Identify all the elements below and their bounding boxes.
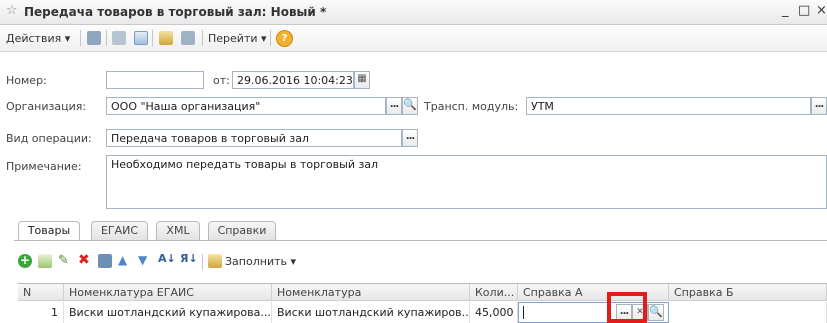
add-row-icon[interactable]: + — [18, 254, 32, 268]
organization-field[interactable]: ООО "Наша организация" — [106, 97, 386, 115]
certificate-a-search-icon[interactable]: 🔍 — [648, 304, 664, 321]
toolbar-separator — [80, 30, 81, 46]
fill-button-label: Заполнить — [225, 255, 287, 268]
transport-module-label: Трансп. модуль: — [424, 100, 519, 113]
sort-ascending-icon[interactable]: A↓ — [158, 252, 176, 265]
minimize-button[interactable]: _ — [782, 3, 789, 18]
toolbar-separator — [202, 30, 203, 46]
grid-toolbar: + ✎ ✖ ▲ ▼ A↓ Я↓ Заполнить ▾ — [0, 250, 827, 274]
column-header-quantity[interactable]: Коли... — [470, 284, 518, 301]
move-down-icon[interactable]: ▼ — [138, 253, 147, 267]
toolbar-separator — [152, 30, 153, 46]
tab-egais[interactable]: ЕГАИС — [91, 221, 148, 240]
actions-menu[interactable]: Действия ▾ — [6, 32, 70, 45]
main-toolbar: Действия ▾ Перейти ▾ ? — [0, 25, 827, 52]
operation-type-field[interactable]: Передача товаров в торговый зал — [106, 129, 402, 147]
window-title: Передача товаров в торговый зал: Новый * — [24, 5, 327, 19]
column-header-n[interactable]: N — [18, 284, 64, 301]
dropdown-arrow-icon: ▾ — [261, 32, 267, 45]
tab-divider — [14, 240, 827, 241]
transport-module-field[interactable]: УТМ — [526, 97, 811, 115]
calendar-icon[interactable]: ▦ — [354, 71, 370, 89]
cell-n: 1 — [18, 302, 64, 323]
help-icon[interactable]: ? — [276, 30, 293, 47]
document-star-icon: ☆ — [6, 3, 18, 18]
window-titlebar: ☆ Передача товаров в торговый зал: Новый… — [0, 0, 827, 25]
sort-descending-icon[interactable]: Я↓ — [180, 252, 198, 265]
organization-select-button[interactable]: ... — [386, 97, 402, 115]
maximize-button[interactable]: □ — [798, 3, 810, 18]
save-icon[interactable] — [112, 31, 126, 45]
toolbar-separator — [106, 30, 107, 46]
date-label: от: — [213, 74, 230, 87]
column-header-certificate-b[interactable]: Справка Б — [669, 284, 827, 301]
dropdown-arrow-icon: ▾ — [290, 255, 297, 268]
highlight-box — [607, 292, 647, 323]
move-up-icon[interactable]: ▲ — [118, 253, 127, 267]
date-field[interactable]: 29.06.2016 10:04:23 — [232, 71, 354, 89]
copy-row-icon[interactable] — [38, 254, 52, 268]
table-row[interactable]: 1 Виски шотландский купажирова... Виски … — [18, 302, 827, 323]
operation-type-label: Вид операции: — [6, 132, 92, 145]
cell-egais-nomenclature[interactable]: Виски шотландский купажирова... — [64, 302, 272, 323]
cell-certificate-b[interactable] — [669, 302, 827, 323]
operation-type-select-button[interactable]: ... — [402, 129, 418, 147]
delete-icon[interactable]: ✖ — [78, 252, 90, 268]
column-header-nomenclature[interactable]: Номенклатура — [272, 284, 470, 301]
number-field[interactable] — [106, 71, 204, 89]
tab-certificates[interactable]: Справки — [208, 221, 276, 240]
organization-search-icon[interactable]: 🔍 — [402, 97, 418, 115]
cell-quantity[interactable]: 45,000 — [470, 302, 518, 323]
dropdown-arrow-icon: ▾ — [64, 32, 71, 45]
document-icon[interactable] — [159, 31, 173, 45]
number-label: Номер: — [6, 74, 47, 87]
structure-icon[interactable] — [181, 31, 195, 45]
edit-icon[interactable]: ✎ — [58, 253, 69, 268]
toolbar-separator — [270, 30, 271, 46]
note-label: Примечание: — [6, 160, 82, 173]
toolbar-separator — [202, 254, 203, 270]
save-close-icon[interactable] — [87, 31, 101, 45]
tab-xml[interactable]: XML — [156, 221, 200, 240]
organization-label: Организация: — [6, 100, 87, 113]
fill-button[interactable]: Заполнить ▾ — [225, 255, 296, 268]
fill-icon — [208, 254, 222, 268]
text-cursor — [523, 306, 524, 319]
note-field[interactable]: Необходимо передать товары в торговый за… — [106, 155, 827, 209]
actions-menu-label: Действия — [6, 32, 62, 45]
goto-menu-label: Перейти — [208, 32, 258, 45]
cell-nomenclature[interactable]: Виски шотландский купажиров... — [272, 302, 470, 323]
end-edit-icon[interactable] — [98, 254, 112, 268]
tab-goods[interactable]: Товары — [18, 221, 80, 241]
close-button[interactable]: × — [816, 3, 827, 18]
goto-menu[interactable]: Перейти ▾ — [208, 32, 267, 45]
transport-module-select-button[interactable]: ... — [811, 97, 827, 115]
column-header-egais-nomenclature[interactable]: Номенклатура ЕГАИС — [64, 284, 272, 301]
post-icon[interactable] — [134, 31, 148, 45]
